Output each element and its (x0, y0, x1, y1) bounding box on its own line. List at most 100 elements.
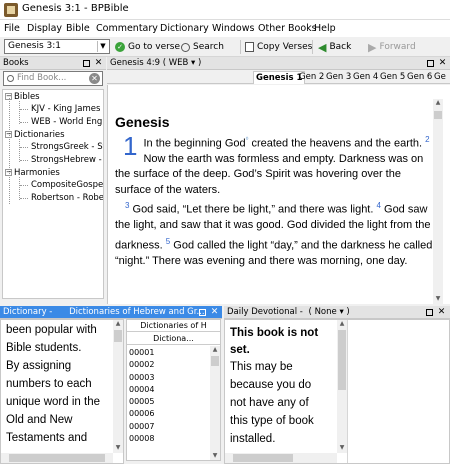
tree-node-dictionaries[interactable]: − Dictionaries (5, 130, 65, 140)
devotional-module[interactable]: ( None ▾ ) (309, 307, 350, 317)
close-icon[interactable]: ✕ (437, 307, 446, 317)
list-item[interactable]: 00007 (129, 421, 204, 433)
clear-icon[interactable]: ✕ (89, 73, 100, 84)
maximize-icon[interactable] (426, 309, 433, 316)
maximize-icon[interactable] (83, 60, 90, 67)
collapse-icon[interactable]: − (5, 93, 12, 100)
key-list-column-header[interactable]: Dictiona... (127, 333, 220, 345)
bible-pane-title[interactable]: Genesis 4:9 ( WEB ▾ ) (110, 58, 201, 68)
devotional-text-pane: This book is not set. This may be becaus… (224, 319, 450, 464)
tree-line (9, 98, 10, 204)
list-item[interactable]: 00002 (129, 359, 204, 371)
dictionary-line: Bible students. (6, 342, 82, 354)
title-bar: Genesis 3:1 - BPBible (0, 0, 450, 20)
scroll-thumb[interactable] (338, 330, 346, 390)
tree-line (19, 139, 20, 162)
menu-dictionary[interactable]: Dictionary (160, 23, 209, 34)
scroll-down-icon[interactable]: ▼ (113, 444, 123, 453)
tree-item-strongs-hebrew[interactable]: StrongsHebrew - (31, 155, 102, 165)
maximize-icon[interactable] (199, 309, 206, 316)
bible-text-pane: Genesis 1 In the beginning God⁰ created … (107, 85, 450, 304)
scroll-down-icon[interactable]: ▼ (210, 452, 220, 460)
list-item[interactable]: 00008 (129, 433, 204, 445)
app-icon (4, 3, 18, 17)
devotional-hscrollbar[interactable] (225, 453, 337, 463)
reference-combo[interactable]: Genesis 3:1 ▼ (4, 39, 110, 54)
menu-windows[interactable]: Windows (212, 23, 254, 34)
tree-item-robertson[interactable]: Robertson - Robe (31, 193, 103, 203)
verse-2: Now the earth was formless and empty. Da… (115, 152, 424, 196)
devotional-scrollbar[interactable]: ▲ ▼ (337, 320, 347, 453)
scroll-thumb[interactable] (233, 454, 293, 462)
tree-node-harmonies[interactable]: − Harmonies (5, 168, 60, 178)
menu-file[interactable]: File (4, 23, 20, 34)
scroll-thumb[interactable] (434, 111, 442, 119)
menu-bible[interactable]: Bible (66, 23, 90, 34)
chapter-number: 1 (123, 130, 138, 161)
scroll-up-icon[interactable]: ▲ (210, 346, 220, 355)
tab-gen-6[interactable]: Gen 6 (405, 71, 434, 84)
verse-number[interactable]: 2 (425, 135, 429, 144)
scroll-down-icon[interactable]: ▼ (433, 295, 443, 304)
search-button[interactable]: Search (181, 40, 224, 54)
menu-help[interactable]: Help (314, 23, 336, 34)
menu-commentary[interactable]: Commentary (96, 23, 158, 34)
close-icon[interactable]: ✕ (94, 58, 103, 68)
collapse-icon[interactable]: − (5, 131, 12, 138)
scroll-thumb[interactable] (211, 356, 219, 366)
bible-scrollbar[interactable]: ▲ ▼ (433, 99, 443, 304)
find-book-placeholder: Find Book... (17, 73, 67, 83)
tab-gen-3[interactable]: Gen 3 (324, 71, 353, 84)
tree-label: Harmonies (14, 168, 60, 178)
close-icon[interactable]: ✕ (210, 307, 219, 317)
scroll-up-icon[interactable]: ▲ (433, 99, 443, 108)
tree-item-composite-gospel[interactable]: CompositeGospe (31, 180, 103, 190)
list-item[interactable]: 00003 (129, 372, 204, 384)
tree-item-web[interactable]: WEB - World Eng (31, 117, 102, 127)
list-item[interactable]: 00006 (129, 408, 204, 420)
devotional-bold-line: This book is not (230, 327, 319, 339)
close-icon[interactable]: ✕ (438, 58, 447, 68)
scroll-down-icon[interactable]: ▼ (337, 444, 347, 453)
tree-item-kjv[interactable]: KJV - King James (31, 104, 100, 114)
dictionary-line: Old and New (6, 414, 73, 426)
scroll-thumb[interactable] (114, 330, 122, 342)
bible-pane-header: Genesis 4:9 ( WEB ▾ ) ✕ (107, 57, 450, 70)
dictionary-pane-header: Dictionary - Dictionaries of Hebrew and … (0, 306, 222, 319)
dictionary-scrollbar[interactable]: ▲ ▼ (113, 320, 123, 453)
book-heading: Genesis (115, 114, 170, 130)
window-title: Genesis 3:1 - BPBible (22, 3, 129, 14)
tab-ge[interactable]: Ge (432, 71, 448, 84)
tree-item-strongs-greek[interactable]: StrongsGreek - St (31, 142, 103, 152)
tab-gen-5[interactable]: Gen 5 (378, 71, 407, 84)
checkmark-icon: ✓ (115, 42, 125, 52)
menu-display[interactable]: Display (27, 23, 62, 34)
forward-button[interactable]: ▶ Forward (368, 40, 416, 54)
menu-other-books[interactable]: Other Books (258, 23, 317, 34)
chevron-down-icon[interactable]: ▼ (97, 41, 108, 52)
copy-icon (245, 42, 254, 52)
list-item[interactable]: 00001 (129, 347, 204, 359)
dictionary-hscrollbar[interactable] (1, 453, 113, 463)
list-item[interactable]: 00004 (129, 384, 204, 396)
copy-verses-button[interactable]: Copy Verses (245, 40, 312, 54)
scroll-thumb[interactable] (9, 454, 105, 462)
dictionary-line: Testaments and (6, 432, 88, 444)
key-list-scrollbar[interactable]: ▲ ▼ (210, 346, 220, 460)
pane-divider (347, 320, 348, 463)
goto-verse-button[interactable]: ✓ Go to verse (115, 40, 180, 54)
dictionary-pane-title: Dictionary - (3, 307, 53, 317)
collapse-icon[interactable]: − (5, 169, 12, 176)
search-icon (181, 42, 190, 52)
tab-gen-4[interactable]: Gen 4 (351, 71, 380, 84)
devotional-pane-header: Daily Devotional - ( None ▾ ) ✕ (224, 306, 450, 319)
dictionary-module[interactable]: Dictionaries of Hebrew and Gr... (69, 307, 205, 317)
scroll-up-icon[interactable]: ▲ (337, 320, 347, 329)
back-button[interactable]: ◀ Back (318, 40, 351, 54)
list-item[interactable]: 00005 (129, 396, 204, 408)
tree-node-bibles[interactable]: − Bibles (5, 92, 40, 102)
maximize-icon[interactable] (427, 60, 434, 67)
scroll-up-icon[interactable]: ▲ (113, 320, 123, 329)
tab-gen-2[interactable]: Gen 2 (297, 71, 326, 84)
find-book-input[interactable]: Find Book... ✕ (3, 71, 103, 86)
